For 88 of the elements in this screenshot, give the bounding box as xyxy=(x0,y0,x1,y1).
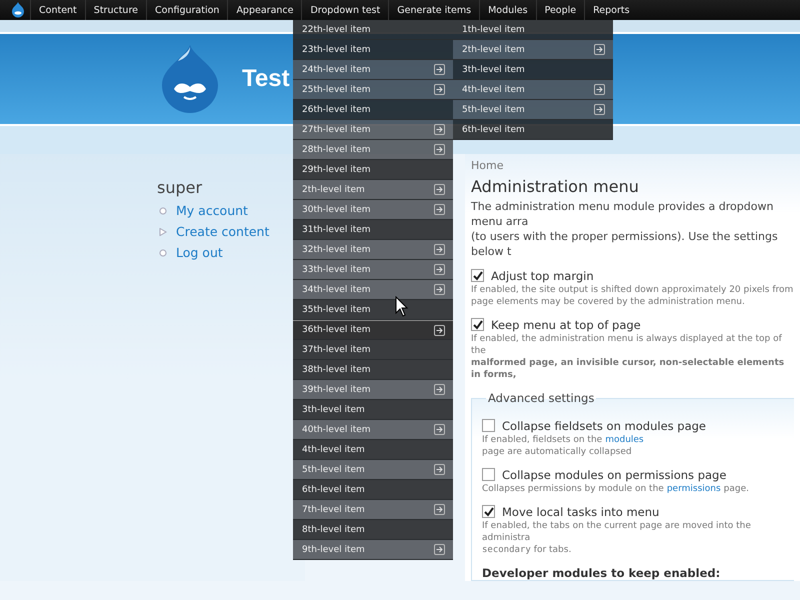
dropdown-item[interactable]: 33th-level item xyxy=(293,260,453,280)
checkbox[interactable] xyxy=(482,468,495,481)
checkbox-label[interactable]: Adjust top margin xyxy=(491,268,594,282)
dropdown-item[interactable]: 35th-level item xyxy=(293,300,453,320)
dropdown-item[interactable]: 36th-level item xyxy=(293,320,453,340)
dropdown-item[interactable]: 40th-level item xyxy=(293,420,453,440)
breadcrumb-link[interactable]: Home xyxy=(471,159,504,172)
dropdown-item[interactable]: 27th-level item xyxy=(293,120,453,140)
intro-text: (to users with the proper permissions). Use the settings below t xyxy=(471,229,779,259)
drupal-logo xyxy=(160,45,220,113)
submenu-arrow-icon xyxy=(434,384,445,395)
code-text: secondary xyxy=(482,544,531,556)
sidebar-link[interactable]: Create content xyxy=(176,224,270,239)
dropdown-item[interactable]: 4th-level item xyxy=(453,80,613,100)
checkbox-label[interactable]: Collapse modules on permissions page xyxy=(502,468,726,482)
checkbox-label[interactable]: Move local tasks into menu xyxy=(502,504,660,518)
submenu-arrow-icon xyxy=(434,544,445,555)
help-text: page are automatically collapsed xyxy=(482,446,632,458)
help-text: page elements may be covered by the administration menu. xyxy=(471,296,745,308)
help-text: Collapses permissions by module on the xyxy=(482,483,664,495)
submenu-arrow-icon xyxy=(434,464,445,475)
section-heading: Developer modules to keep enabled: xyxy=(482,566,722,580)
dropdown-item[interactable]: 25th-level item xyxy=(293,80,453,100)
dropdown-item[interactable]: 6th-level item xyxy=(453,120,613,140)
dropdown-item[interactable]: 24th-level item xyxy=(293,60,453,80)
help-text: If enabled, fieldsets on the xyxy=(482,434,602,446)
submenu-arrow-icon xyxy=(434,244,445,255)
help-text: for tabs. xyxy=(534,544,572,556)
checkbox[interactable] xyxy=(482,419,495,432)
description-link[interactable]: modules xyxy=(605,434,644,446)
dropdown-item[interactable]: 22th-level item xyxy=(293,20,453,40)
dropdown-item[interactable]: 4th-level item xyxy=(293,440,453,460)
submenu-arrow-icon xyxy=(434,264,445,275)
dropdown-item[interactable]: 1th-level item xyxy=(453,20,613,40)
intro-text: The administration menu module provides a dropdown menu arra xyxy=(471,199,774,229)
dropdown-item[interactable]: 32th-level item xyxy=(293,240,453,260)
submenu-arrow-icon xyxy=(434,284,445,295)
dropdown-item[interactable]: 2th-level item xyxy=(293,180,453,200)
fieldset-legend[interactable]: Advanced settings xyxy=(486,391,596,405)
dropdown-item[interactable]: 38th-level item xyxy=(293,360,453,380)
checkbox[interactable] xyxy=(471,269,484,282)
submenu-arrow-icon xyxy=(594,44,605,55)
dropdown-item[interactable]: 7th-level item xyxy=(293,500,453,520)
bullet-icon xyxy=(159,206,167,214)
dropdown-item[interactable]: 37th-level item xyxy=(293,340,453,360)
dropdown-item[interactable]: 29th-level item xyxy=(293,160,453,180)
dropdown-item[interactable]: 5th-level item xyxy=(453,100,613,120)
bullet-icon xyxy=(159,248,167,256)
dropdown-item[interactable]: 2th-level item xyxy=(453,40,613,60)
warning-text: malformed page, an invisible cursor, non-selectable elements in forms, xyxy=(471,357,786,381)
dropdown-item[interactable]: 6th-level item xyxy=(293,480,453,500)
collapsed-triangle-icon xyxy=(159,228,167,236)
submenu-arrow-icon xyxy=(434,324,445,336)
checkbox-label[interactable]: Collapse fieldsets on modules page xyxy=(502,418,706,432)
dropdown-item[interactable]: 3th-level item xyxy=(293,400,453,420)
checkbox-label[interactable]: Keep menu at top of page xyxy=(491,318,641,332)
dropdown-item[interactable]: 23th-level item xyxy=(293,40,453,60)
dropdown-item[interactable]: 3th-level item xyxy=(453,60,613,80)
submenu-arrow-icon xyxy=(434,504,445,515)
dropdown-item[interactable]: 31th-level item xyxy=(293,220,453,240)
dropdown-item[interactable]: 39th-level item xyxy=(293,380,453,400)
submenu-arrow-icon xyxy=(434,184,445,195)
dropdown-item[interactable]: 30th-level item xyxy=(293,200,453,220)
dropdown-item[interactable]: 9th-level item xyxy=(293,540,453,560)
sidebar-link[interactable]: My account xyxy=(176,203,248,218)
description-link[interactable]: permissions xyxy=(666,483,721,495)
sidebar-link[interactable]: Log out xyxy=(176,245,223,260)
submenu-arrow-icon xyxy=(434,124,445,135)
dropdown-item[interactable]: 34th-level item xyxy=(293,280,453,300)
checkbox[interactable] xyxy=(482,505,495,518)
username-heading: super xyxy=(157,178,202,197)
submenu-arrow-icon xyxy=(434,84,445,95)
submenu-arrow-icon xyxy=(434,424,445,435)
help-text: If enabled, the site output is shifted down approximately 20 pixels from xyxy=(471,284,794,296)
submenu-arrow-icon xyxy=(434,144,445,155)
dropdown-item[interactable]: 8th-level item xyxy=(293,520,453,540)
page-title: Administration menu xyxy=(471,177,639,196)
drupal-drop-icon[interactable] xyxy=(11,2,25,18)
help-text: page. xyxy=(724,483,750,495)
dropdown-item[interactable]: 26th-level item xyxy=(293,100,453,120)
submenu-arrow-icon xyxy=(434,204,445,215)
checkbox[interactable] xyxy=(471,318,484,331)
submenu-arrow-icon xyxy=(594,84,605,95)
dropdown-item[interactable]: 28th-level item xyxy=(293,140,453,160)
submenu-arrow-icon xyxy=(594,104,605,115)
dropdown-item[interactable]: 5th-level item xyxy=(293,460,453,480)
mouse-pointer-icon xyxy=(395,296,409,318)
submenu-arrow-icon xyxy=(434,64,445,75)
